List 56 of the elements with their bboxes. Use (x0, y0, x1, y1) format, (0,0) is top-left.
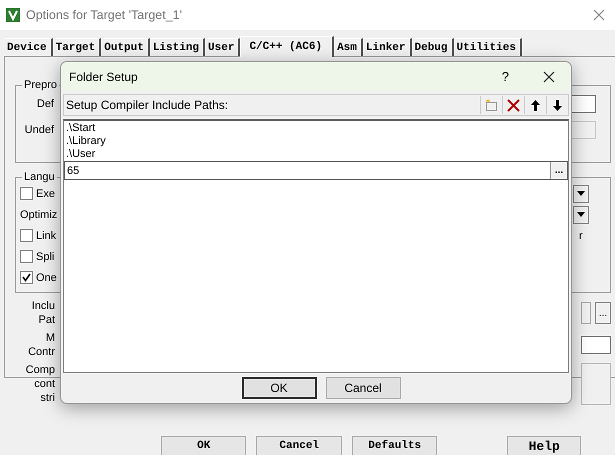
checkbox[interactable] (20, 187, 33, 200)
checkbox[interactable] (20, 250, 33, 263)
down-arrow-icon (551, 98, 564, 112)
tab[interactable]: Debug (412, 38, 454, 56)
browse-button[interactable]: ... (550, 162, 567, 179)
browse-button[interactable]: ... (595, 302, 611, 324)
option-label: r (579, 230, 583, 242)
checkbox-label: Link (36, 230, 56, 242)
group-title: Langu (23, 171, 56, 183)
new-folder-icon (485, 98, 498, 112)
field-label: Optimiz (20, 208, 58, 220)
tab[interactable]: Device (4, 38, 53, 56)
text-field[interactable] (581, 302, 591, 324)
up-arrow-icon (529, 98, 542, 112)
path-input[interactable]: 65 ... (64, 161, 568, 180)
tab[interactable]: C/C++ (AC6) (240, 36, 334, 57)
help-button[interactable]: ? (502, 69, 509, 84)
delete-icon (507, 98, 520, 112)
dialog-button[interactable]: Cancel (326, 377, 400, 399)
tab[interactable]: Listing (150, 38, 206, 56)
checkbox-label: Exe (36, 188, 55, 200)
checkbox-label: Spli (36, 250, 54, 262)
dropdown-button[interactable] (573, 184, 589, 202)
field-label: Comp cont stri (24, 363, 55, 405)
dialog-button[interactable]: Defaults (352, 436, 438, 455)
dropdown-button[interactable] (573, 206, 589, 224)
tab[interactable]: Target (52, 38, 102, 56)
field-label: Undef (24, 124, 54, 136)
list-item[interactable]: .\Start (64, 122, 568, 135)
dialog-button[interactable]: OK (161, 436, 246, 455)
text-field[interactable] (581, 336, 611, 354)
text-field[interactable] (570, 95, 596, 113)
dialog-button[interactable]: Cancel (256, 436, 342, 455)
list-label: Setup Compiler Include Paths: (65, 98, 230, 112)
caret-icon (577, 191, 585, 196)
field-label: Inclu Pat (30, 299, 55, 327)
dialog-button[interactable]: OK (242, 377, 316, 399)
window-title: Options for Target 'Target_1' (26, 8, 184, 22)
list-item[interactable]: .\Library (64, 135, 568, 148)
field-label: Def (36, 98, 54, 110)
checkbox[interactable] (20, 229, 33, 242)
tab[interactable]: User (205, 38, 240, 56)
app-icon (6, 8, 20, 22)
tab[interactable]: Linker (362, 38, 412, 56)
dialog-button[interactable]: Help (507, 436, 582, 455)
group-title: Prepro (23, 79, 58, 91)
close-icon[interactable] (543, 70, 555, 82)
tab[interactable]: Asm (334, 38, 363, 56)
checkbox[interactable] (20, 271, 33, 284)
checkbox-label: One (36, 272, 57, 284)
list-item[interactable]: .\User (64, 148, 568, 161)
dialog-title: Folder Setup (69, 70, 139, 84)
field-label: M Contr (27, 331, 55, 359)
tab[interactable]: Output (101, 38, 150, 56)
tab[interactable]: Utilities (454, 38, 522, 56)
caret-icon (577, 212, 585, 217)
